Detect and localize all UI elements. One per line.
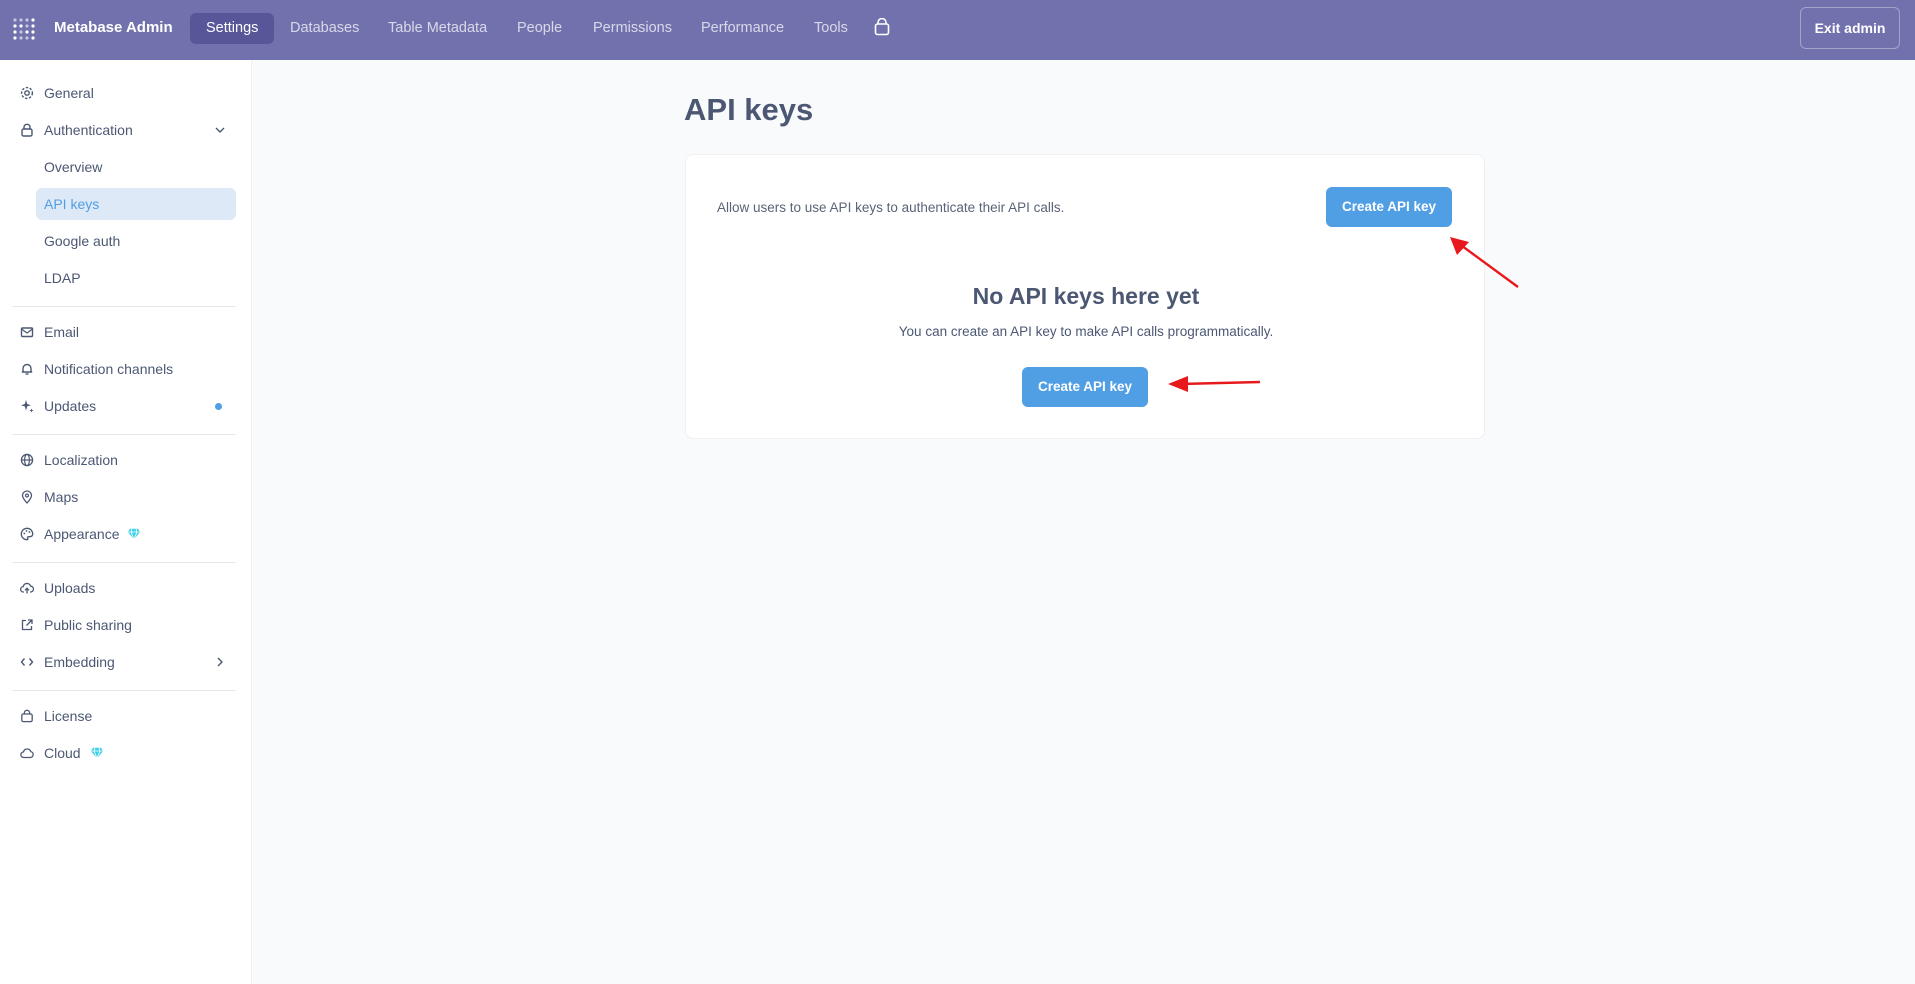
annotation-arrow-icon (1450, 237, 1519, 288)
sidebar-item-embedding[interactable]: Embedding (12, 646, 236, 678)
create-api-key-button[interactable]: Create API key (1326, 187, 1452, 227)
cloud-upload-icon (20, 582, 34, 594)
page-title: API keys (684, 92, 814, 127)
premium-gem-icon (127, 528, 141, 540)
sidebar-item-general[interactable]: General (12, 77, 236, 109)
cloud-icon (20, 748, 34, 759)
globe-icon (20, 453, 34, 467)
gear-icon (20, 86, 34, 100)
sidebar-item-public-sharing[interactable]: Public sharing (12, 609, 236, 641)
sidebar-item-label: Notification channels (44, 361, 174, 377)
sidebar-item-label: Public sharing (44, 617, 132, 633)
update-available-dot (215, 403, 222, 410)
sidebar-item-uploads[interactable]: Uploads (12, 572, 236, 604)
tab-people[interactable]: People (501, 13, 578, 44)
sidebar-item-label: Email (44, 324, 80, 340)
code-icon (20, 658, 34, 666)
empty-state-subtitle: You can create an API key to make API ca… (898, 324, 1274, 339)
sidebar-item-localization[interactable]: Localization (12, 444, 236, 476)
chevron-down-icon (215, 127, 225, 133)
license-bag-icon (21, 709, 33, 723)
sidebar-divider (12, 690, 236, 691)
sidebar-divider (12, 306, 236, 307)
map-pin-icon (21, 490, 33, 504)
annotation-arrow-icon (1168, 376, 1261, 392)
sidebar-item-label: Authentication (44, 122, 133, 138)
chevron-right-icon (217, 657, 223, 667)
tab-performance[interactable]: Performance (685, 13, 800, 44)
sidebar-item-api-keys[interactable]: API keys (36, 188, 236, 220)
sidebar-item-appearance[interactable]: Appearance (12, 518, 236, 550)
empty-state-title: No API keys here yet (972, 283, 1200, 309)
sidebar-item-cloud[interactable]: Cloud (12, 737, 236, 769)
api-keys-card: Allow users to use API keys to authentic… (685, 154, 1485, 439)
metabase-logo-icon[interactable] (12, 17, 38, 43)
sidebar-divider (12, 562, 236, 563)
exit-admin-button[interactable]: Exit admin (1800, 7, 1900, 49)
sidebar-item-updates[interactable]: Updates (12, 390, 236, 422)
sidebar-item-notification-channels[interactable]: Notification channels (12, 353, 236, 385)
store-bag-icon[interactable] (874, 18, 890, 36)
tab-table-metadata[interactable]: Table Metadata (372, 13, 503, 44)
admin-top-nav: Metabase Admin Settings Databases Table … (0, 0, 1915, 60)
empty-state-create-api-key-button[interactable]: Create API key (1022, 367, 1148, 407)
sidebar-item-google-auth[interactable]: Google auth (36, 225, 236, 257)
sidebar-item-label: Localization (44, 452, 118, 468)
sidebar-item-label: Appearance (44, 526, 120, 542)
sidebar-item-overview[interactable]: Overview (36, 151, 236, 183)
brand-title: Metabase Admin (54, 19, 173, 36)
mail-icon (20, 327, 34, 338)
tab-databases[interactable]: Databases (274, 13, 375, 44)
bell-icon (21, 363, 33, 375)
sidebar-item-label: Maps (44, 489, 79, 505)
sidebar-item-authentication[interactable]: Authentication (12, 114, 236, 146)
external-link-icon (21, 619, 33, 631)
sidebar-item-label: License (44, 708, 93, 724)
tab-permissions[interactable]: Permissions (577, 13, 688, 44)
sidebar-item-label: Embedding (44, 654, 115, 670)
sidebar-item-ldap[interactable]: LDAP (36, 262, 236, 294)
tab-tools[interactable]: Tools (798, 13, 864, 44)
sparkle-icon (21, 400, 34, 413)
sidebar-item-maps[interactable]: Maps (12, 481, 236, 513)
sidebar-item-label: Cloud (44, 745, 81, 761)
sidebar-item-label: Updates (44, 398, 97, 414)
tab-settings[interactable]: Settings (190, 13, 275, 44)
sidebar-item-license[interactable]: License (12, 700, 236, 732)
sidebar-item-label: General (44, 85, 94, 101)
sidebar-divider (12, 434, 236, 435)
lock-icon (21, 123, 33, 137)
api-keys-description: Allow users to use API keys to authentic… (717, 200, 1065, 215)
palette-icon (20, 527, 34, 541)
settings-sidebar: General Authentication Overview API keys… (0, 60, 252, 984)
sidebar-item-label: Uploads (44, 580, 96, 596)
premium-gem-icon (90, 747, 104, 759)
sidebar-item-email[interactable]: Email (12, 316, 236, 348)
